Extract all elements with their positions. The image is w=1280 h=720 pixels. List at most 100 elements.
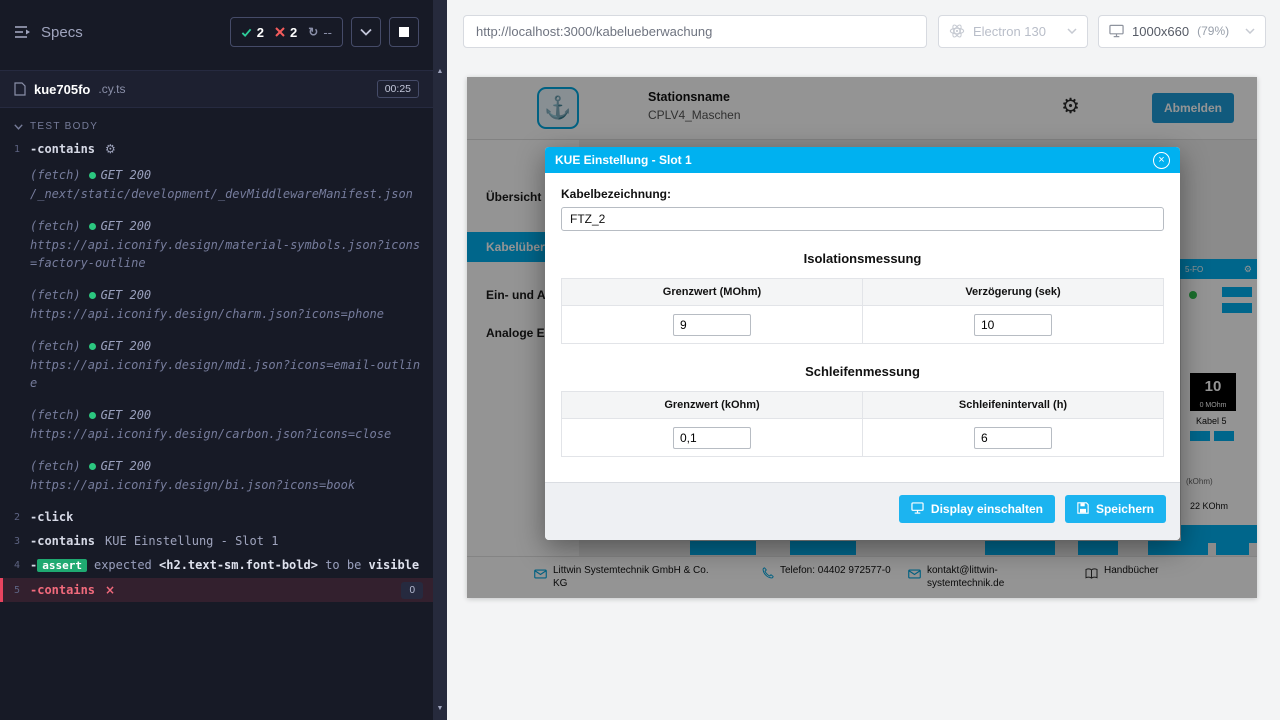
fetch-url: https://api.iconify.design/carbon.json?i… xyxy=(30,425,425,443)
spec-file-row[interactable]: kue705fo .cy.ts 00:25 xyxy=(0,70,433,108)
stop-button[interactable] xyxy=(389,17,419,47)
command-row[interactable]: (fetch)GET 200https://api.iconify.design… xyxy=(0,403,433,446)
command-line-number xyxy=(0,406,30,443)
fetch-label: (fetch) xyxy=(30,337,81,355)
command-row[interactable]: 2-click xyxy=(0,505,433,529)
command-row[interactable]: (fetch)GET 200https://api.iconify.design… xyxy=(0,214,433,275)
table-value-row xyxy=(562,306,1164,344)
status-ok-dot-icon xyxy=(89,463,96,470)
fetch-status: GET 200 xyxy=(89,166,152,184)
app-under-test: ⚓ Stationsname CPLV4_Maschen ⚙ Abmelden … xyxy=(467,77,1257,598)
command-line-number xyxy=(0,457,30,494)
command-name: -contains xyxy=(30,142,95,156)
refresh-icon: ↻ xyxy=(308,25,318,39)
chevron-down-icon xyxy=(1067,28,1077,34)
measurement-section: IsolationsmessungGrenzwert (MOhm)Verzöge… xyxy=(561,251,1164,344)
modal-body: Kabelbezeichnung: IsolationsmessungGrenz… xyxy=(545,173,1180,457)
kue-settings-modal: KUE Einstellung - Slot 1 × Kabelbezeichn… xyxy=(545,147,1180,540)
command-content: -contains⚙ xyxy=(30,140,425,158)
table-header-row: Grenzwert (MOhm)Verzögerung (sek) xyxy=(562,279,1164,306)
value-input[interactable] xyxy=(974,427,1052,449)
monitor-icon xyxy=(1109,24,1124,38)
command-content: -contains× xyxy=(30,581,425,599)
save-icon xyxy=(1077,502,1089,517)
table-cell xyxy=(863,419,1164,457)
stat-pending: ↻ -- xyxy=(308,25,332,40)
chevron-down-icon xyxy=(14,124,23,130)
specs-menu[interactable]: Specs xyxy=(14,24,83,41)
modal-titlebar: KUE Einstellung - Slot 1 × xyxy=(545,147,1180,173)
command-row[interactable]: 3-containsKUE Einstellung - Slot 1 xyxy=(0,529,433,553)
command-row[interactable]: (fetch)GET 200https://api.iconify.design… xyxy=(0,334,433,395)
fetch-url: /_next/static/development/_devMiddleware… xyxy=(30,185,425,203)
close-icon[interactable]: × xyxy=(1153,152,1170,169)
spec-name: kue705fo xyxy=(34,82,90,97)
fetch-status: GET 200 xyxy=(89,406,152,424)
scroll-up-icon[interactable]: ▲ xyxy=(433,68,447,75)
spec-extension: .cy.ts xyxy=(98,82,125,96)
command-line-number: 1 xyxy=(0,140,30,158)
command-line-number: 5 xyxy=(3,581,30,599)
test-body-label: TEST BODY xyxy=(30,121,98,132)
assert-message-part: <h2.text-sm.font-bold> xyxy=(159,558,318,572)
kabelbezeichnung-input[interactable] xyxy=(561,207,1164,231)
fetch-status: GET 200 xyxy=(89,337,152,355)
kabelbezeichnung-label: Kabelbezeichnung: xyxy=(561,187,1164,201)
fetch-status: GET 200 xyxy=(89,457,152,475)
specs-menu-icon xyxy=(14,25,32,39)
status-ok-dot-icon xyxy=(89,172,96,179)
fetch-request: (fetch)GET 200 xyxy=(30,217,425,235)
fetch-request: (fetch)GET 200 xyxy=(30,286,425,304)
spec-file: kue705fo .cy.ts xyxy=(14,82,126,97)
fetch-status-text: GET 200 xyxy=(101,166,152,184)
fetch-request: (fetch) GET 200 xyxy=(30,337,425,355)
file-icon xyxy=(14,82,26,96)
command-name: -contains xyxy=(30,583,95,597)
x-icon xyxy=(275,27,285,37)
chevron-down-icon xyxy=(1245,28,1255,34)
screen: Specs 2 2 ↻ -- xyxy=(0,0,1280,720)
reporter-header: Specs 2 2 ↻ -- xyxy=(0,0,433,64)
viewport-selector[interactable]: 1000x660 (79%) xyxy=(1098,15,1266,48)
table-header-row: Grenzwert (kOhm)Schleifenintervall (h) xyxy=(562,392,1164,419)
browser-selector[interactable]: Electron 130 xyxy=(938,15,1088,48)
value-input[interactable] xyxy=(673,314,751,336)
button-label: Speichern xyxy=(1096,502,1154,516)
fetch-label: (fetch) xyxy=(30,166,81,184)
test-body-toggle[interactable]: TEST BODY xyxy=(0,108,433,137)
fetch-request: (fetch) GET 200 xyxy=(30,166,425,184)
save-button[interactable]: Speichern xyxy=(1065,495,1166,523)
command-content: -click xyxy=(30,508,425,526)
command-content: (fetch)GET 200https://api.iconify.design… xyxy=(30,217,425,272)
electron-icon xyxy=(949,23,965,39)
value-input[interactable] xyxy=(974,314,1052,336)
url-input[interactable] xyxy=(463,15,927,48)
command-row[interactable]: 4-assertexpected <h2.text-sm.font-bold> … xyxy=(0,553,433,578)
value-input[interactable] xyxy=(673,427,751,449)
collapse-button[interactable] xyxy=(351,17,381,47)
browser-label: Electron 130 xyxy=(973,24,1046,39)
command-content: (fetch)GET 200https://api.iconify.design… xyxy=(30,406,425,443)
display-on-button[interactable]: Display einschalten xyxy=(899,495,1055,523)
fetch-url: https://api.iconify.design/bi.json?icons… xyxy=(30,476,425,494)
column-header: Grenzwert (kOhm) xyxy=(562,392,863,419)
command-row[interactable]: (fetch)GET 200https://api.iconify.design… xyxy=(0,283,433,326)
command-row[interactable]: (fetch) GET 200/_next/static/development/… xyxy=(0,163,433,206)
command-row[interactable]: (fetch)GET 200https://api.iconify.design… xyxy=(0,454,433,497)
assert-badge: assert xyxy=(37,559,87,572)
modal-footer: Display einschalten Speichern xyxy=(545,482,1180,540)
spec-timer: 00:25 xyxy=(377,80,419,98)
command-name: -click xyxy=(30,510,73,524)
command-row[interactable]: 5-contains×0 xyxy=(0,578,433,602)
reporter-scrollbar[interactable]: ▲ ▼ xyxy=(433,0,447,720)
command-row[interactable]: 1-contains⚙ xyxy=(0,137,433,161)
command-content: -assertexpected <h2.text-sm.font-bold> t… xyxy=(30,556,425,575)
assert-message-part: expected xyxy=(94,558,159,572)
column-header: Schleifenintervall (h) xyxy=(863,392,1164,419)
fetch-status-text: GET 200 xyxy=(101,406,152,424)
command-content: (fetch)GET 200https://api.iconify.design… xyxy=(30,286,425,323)
measurement-section: SchleifenmessungGrenzwert (kOhm)Schleife… xyxy=(561,364,1164,457)
command-content: (fetch) GET 200/_next/static/development/… xyxy=(30,166,425,203)
command-content: (fetch)GET 200https://api.iconify.design… xyxy=(30,457,425,494)
scroll-down-icon[interactable]: ▼ xyxy=(433,705,447,712)
